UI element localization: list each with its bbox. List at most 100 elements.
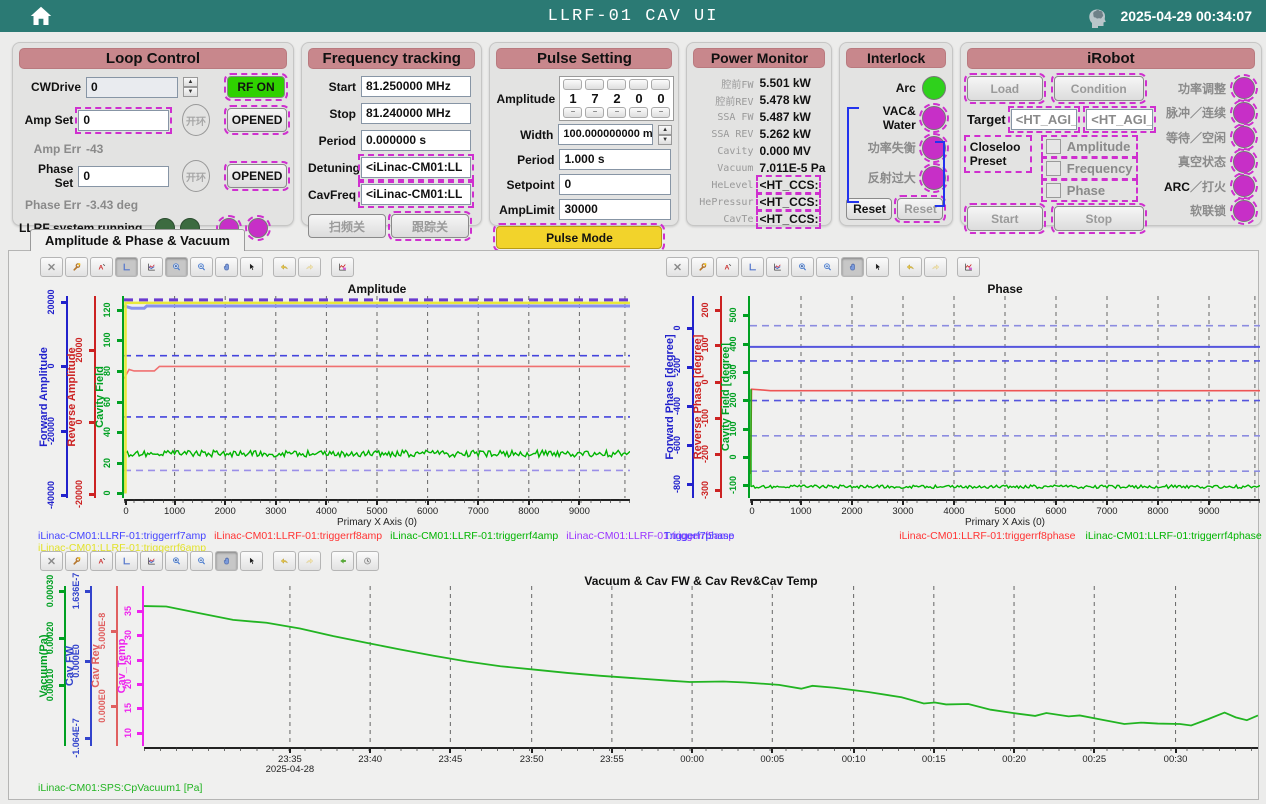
clock-icon[interactable] xyxy=(356,551,379,571)
preset-check-row[interactable]: Phase xyxy=(1044,182,1135,199)
phase-set-input[interactable]: 0 xyxy=(78,166,169,187)
preset-check-row[interactable]: Frequency xyxy=(1044,160,1135,177)
amplitude-digit-spinner[interactable]: 1 − 7 − 2 − 0 − 0 − xyxy=(559,76,674,121)
legend-entry[interactable]: Triggerf7phase xyxy=(664,530,734,542)
load-button[interactable]: Load xyxy=(967,76,1043,101)
spin-down-icon[interactable]: ▼ xyxy=(658,135,673,145)
freq-row-value[interactable]: 0.000000 s xyxy=(361,130,471,151)
digit-minus-button[interactable]: − xyxy=(563,107,582,118)
pan-icon[interactable] xyxy=(215,551,238,571)
crosshair-icon[interactable] xyxy=(741,257,764,277)
wrench-icon[interactable] xyxy=(691,257,714,277)
redo-icon[interactable] xyxy=(298,551,321,571)
checkbox[interactable] xyxy=(1046,161,1061,176)
digit-minus-button[interactable]: − xyxy=(607,107,626,118)
wrench-icon[interactable] xyxy=(65,257,88,277)
legend-entry[interactable]: iLinac-CM01:LLRF-01:triggerrf4amp xyxy=(390,530,558,542)
preset-check-row[interactable]: Amplitude xyxy=(1044,138,1135,155)
undo-icon[interactable] xyxy=(273,257,296,277)
cwdrive-spinner[interactable]: ▲▼ xyxy=(183,77,198,97)
stairs-chart-icon[interactable] xyxy=(140,257,163,277)
pan-icon[interactable] xyxy=(841,257,864,277)
tools-icon[interactable] xyxy=(666,257,689,277)
cwdrive-input[interactable]: 0 xyxy=(86,77,178,98)
zoom-in-icon[interactable] xyxy=(165,551,188,571)
rf-on-button[interactable]: RF ON xyxy=(227,76,285,98)
period-input[interactable]: 1.000 s xyxy=(559,149,671,170)
annotation-icon[interactable]: A xyxy=(90,551,113,571)
digit-minus-button[interactable]: − xyxy=(629,107,648,118)
legend-entry[interactable]: iLinac-CM01:LLRF-01:triggerrf4phase xyxy=(1085,530,1261,542)
zoom-out-icon[interactable] xyxy=(816,257,839,277)
freq-row-value[interactable]: <iLinac-CM01:LL xyxy=(361,157,471,178)
snapshot-icon[interactable] xyxy=(331,257,354,277)
pulse-mode-button[interactable]: Pulse Mode xyxy=(496,226,662,249)
digit-plus-button[interactable] xyxy=(585,79,604,90)
target-field-2[interactable]: <HT_AGI_ xyxy=(1086,109,1153,130)
phase-opened-button[interactable]: OPENED xyxy=(227,164,287,188)
condition-button[interactable]: Condition xyxy=(1054,76,1144,101)
digit-plus-button[interactable] xyxy=(651,79,670,90)
annotation-icon[interactable]: A xyxy=(90,257,113,277)
pointer-icon[interactable] xyxy=(240,551,263,571)
target-field-1[interactable]: <HT_AGI_ xyxy=(1011,109,1078,130)
amp-opened-button[interactable]: OPENED xyxy=(227,108,287,132)
track-off-button[interactable]: 跟踪关 xyxy=(391,214,469,238)
width-spinner[interactable]: ▲▼ xyxy=(658,125,673,145)
zoom-out-icon[interactable] xyxy=(190,551,213,571)
tools-icon[interactable] xyxy=(40,551,63,571)
brain-head-icon[interactable] xyxy=(1084,3,1110,29)
digit-minus-button[interactable]: − xyxy=(585,107,604,118)
zoom-in-icon[interactable] xyxy=(791,257,814,277)
plot-area[interactable] xyxy=(144,586,1258,746)
freq-row-value[interactable]: <iLinac-CM01:LL xyxy=(361,184,471,205)
crosshair-icon[interactable] xyxy=(115,551,138,571)
spin-up-icon[interactable]: ▲ xyxy=(658,125,673,135)
tab-amplitude-phase-vacuum[interactable]: Amplitude & Phase & Vacuum xyxy=(30,229,245,251)
legend-entry[interactable]: iLinac-CM01:LLRF-01:triggerrf8amp xyxy=(214,530,382,542)
pointer-icon[interactable] xyxy=(866,257,889,277)
closeloop-preset-box[interactable]: Closeloo Preset xyxy=(967,138,1029,170)
snapshot-icon[interactable] xyxy=(957,257,980,277)
legend-entry[interactable]: iLinac-CM01:LLRF-01:triggerrf8phase xyxy=(899,530,1075,542)
redo-icon[interactable] xyxy=(924,257,947,277)
digit-plus-button[interactable] xyxy=(563,79,582,90)
plot-area[interactable] xyxy=(124,296,630,498)
width-input[interactable]: 100.000000000 m xyxy=(558,124,652,145)
stairs-chart-icon[interactable] xyxy=(140,551,163,571)
spin-down-icon[interactable]: ▼ xyxy=(183,87,198,97)
stop-button[interactable]: Stop xyxy=(1054,206,1144,231)
zoom-in-icon[interactable] xyxy=(165,257,188,277)
sweep-off-button[interactable]: 扫频关 xyxy=(308,214,386,238)
jump-back-icon[interactable] xyxy=(331,551,354,571)
wrench-icon[interactable] xyxy=(65,551,88,571)
crosshair-icon[interactable] xyxy=(115,257,138,277)
stairs-chart-icon[interactable] xyxy=(766,257,789,277)
undo-icon[interactable] xyxy=(273,551,296,571)
plot-area[interactable] xyxy=(750,296,1260,498)
digit-minus-button[interactable]: − xyxy=(651,107,670,118)
checkbox[interactable] xyxy=(1046,183,1061,198)
pointer-icon[interactable] xyxy=(240,257,263,277)
setpoint-input[interactable]: 0 xyxy=(559,174,671,195)
digit-plus-button[interactable] xyxy=(629,79,648,90)
freq-row-value[interactable]: 81.240000 MHz xyxy=(361,103,471,124)
phase-open-loop-button[interactable]: 开环 xyxy=(182,160,210,192)
zoom-out-icon[interactable] xyxy=(190,257,213,277)
redo-icon[interactable] xyxy=(298,257,321,277)
home-icon[interactable] xyxy=(28,4,54,28)
annotation-icon[interactable]: A xyxy=(716,257,739,277)
legend-entry[interactable]: iLinac-CM01:SPS:CpVacuum1 [Pa] xyxy=(38,782,202,794)
checkbox[interactable] xyxy=(1046,139,1061,154)
freq-row-value[interactable]: 81.250000 MHz xyxy=(361,76,471,97)
spin-up-icon[interactable]: ▲ xyxy=(183,77,198,87)
amplimit-input[interactable]: 30000 xyxy=(559,199,671,220)
amp-open-loop-button[interactable]: 开环 xyxy=(182,104,210,136)
pan-icon[interactable] xyxy=(215,257,238,277)
tools-icon[interactable] xyxy=(40,257,63,277)
digit-plus-button[interactable] xyxy=(607,79,626,90)
amp-set-input[interactable]: 0 xyxy=(78,110,169,131)
undo-icon[interactable] xyxy=(899,257,922,277)
legend-entry[interactable]: iLinac-CM01:LLRF-01:triggerrf7amp xyxy=(38,530,206,542)
start-button[interactable]: Start xyxy=(967,206,1043,231)
